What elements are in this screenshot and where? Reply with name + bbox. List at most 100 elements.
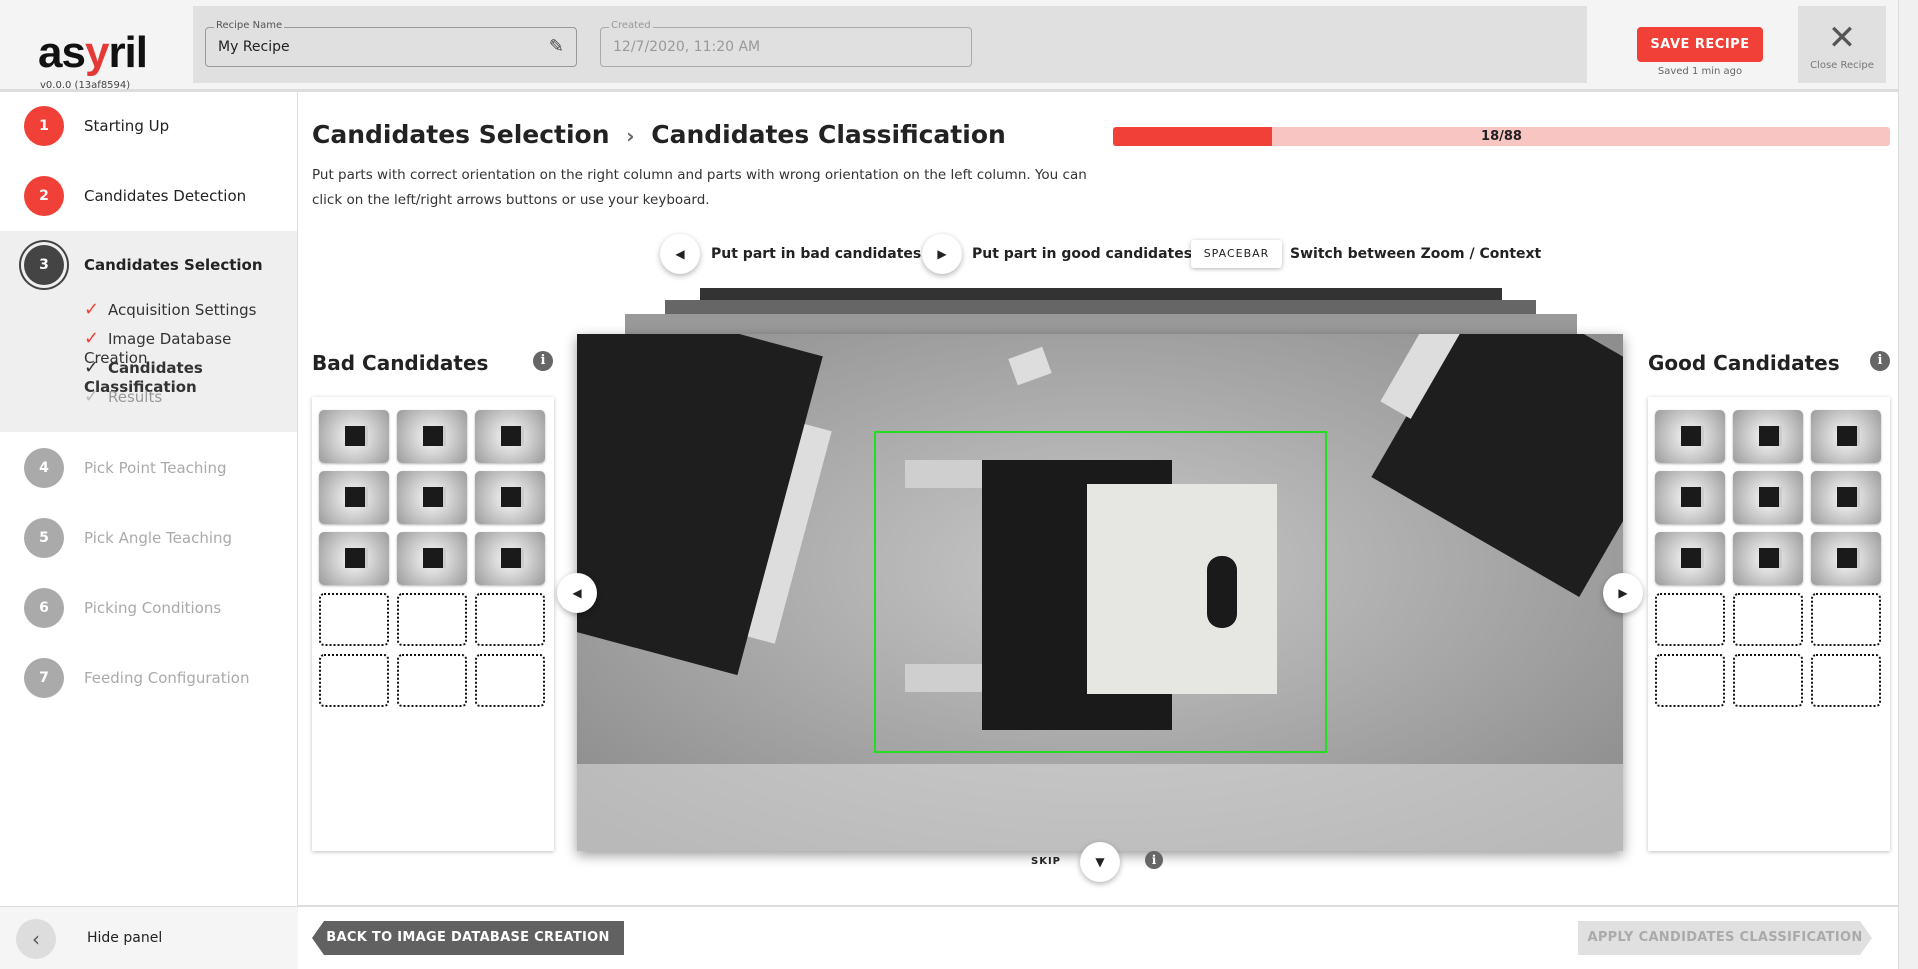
- good-candidate-empty-slot: [1733, 593, 1803, 646]
- step-label: Candidates Detection: [84, 187, 247, 205]
- spacebar-key: SPACEBAR: [1191, 240, 1282, 268]
- hide-panel-label: Hide panel: [87, 930, 163, 946]
- bad-info-icon[interactable]: i: [533, 351, 553, 371]
- check-icon: ✓: [84, 299, 100, 320]
- move-to-bad-button[interactable]: ◀: [557, 573, 597, 613]
- step-label: Pick Angle Teaching: [84, 529, 233, 547]
- good-candidate-empty-slot: [1655, 654, 1725, 707]
- move-to-good-button[interactable]: ▶: [1603, 573, 1643, 613]
- apply-button[interactable]: APPLY CANDIDATES CLASSIFICATION: [1578, 921, 1872, 955]
- step-number-badge: 2: [24, 176, 64, 216]
- good-info-icon[interactable]: i: [1870, 351, 1890, 371]
- bad-candidates-panel: [312, 397, 554, 851]
- bad-candidate-thumbnail[interactable]: [397, 410, 467, 463]
- breadcrumb-parent[interactable]: Candidates Selection: [312, 120, 610, 149]
- created-label: Created: [609, 20, 653, 31]
- step-label: Starting Up: [84, 117, 170, 135]
- bad-candidates-title: Bad Candidates: [312, 351, 489, 375]
- bad-candidate-thumbnail[interactable]: [319, 410, 389, 463]
- check-icon: ✓: [84, 357, 100, 378]
- part-image: [577, 334, 1623, 851]
- good-candidate-empty-slot: [1811, 593, 1881, 646]
- bad-candidate-empty-slot: [319, 654, 389, 707]
- progress-bar: 18/88: [1113, 127, 1890, 146]
- step-number-badge: 3: [24, 245, 64, 285]
- bad-candidate-thumbnail[interactable]: [397, 532, 467, 585]
- good-candidate-thumbnail[interactable]: [1811, 471, 1881, 524]
- sidebar-step-6: 6 Picking Conditions: [0, 588, 298, 628]
- recipe-name-label: Recipe Name: [214, 20, 285, 31]
- good-hint-right-arrow-icon[interactable]: ▶: [922, 234, 962, 274]
- stack-layer-1: [625, 314, 1577, 334]
- good-candidate-empty-slot: [1811, 654, 1881, 707]
- scrollbar[interactable]: [1898, 0, 1918, 969]
- bad-candidate-empty-slot: [475, 593, 545, 646]
- skip-info-icon[interactable]: i: [1145, 851, 1163, 869]
- recipe-name-field[interactable]: Recipe Name My Recipe ✎: [205, 20, 577, 67]
- substep-label: Results: [108, 388, 163, 406]
- bad-candidate-thumbnail[interactable]: [475, 471, 545, 524]
- bad-candidate-thumbnail[interactable]: [319, 471, 389, 524]
- close-recipe-button[interactable]: ✕ Close Recipe: [1798, 6, 1886, 83]
- hint-bad: Put part in bad candidates: [711, 246, 922, 262]
- substep-item[interactable]: ✓ Candidates Classification: [84, 357, 297, 396]
- check-icon: ✓: [84, 328, 100, 349]
- pencil-icon[interactable]: ✎: [549, 36, 564, 57]
- step-number-badge: 7: [24, 658, 64, 698]
- bad-candidate-thumbnail[interactable]: [319, 532, 389, 585]
- close-recipe-label: Close Recipe: [1810, 60, 1874, 71]
- good-candidate-thumbnail[interactable]: [1811, 532, 1881, 585]
- bad-candidate-empty-slot: [475, 654, 545, 707]
- step-label: Candidates Selection: [84, 256, 263, 274]
- substep-item[interactable]: ✓ Image Database Creation: [84, 328, 297, 367]
- created-value: 12/7/2020, 11:20 AM: [613, 39, 761, 55]
- sidebar-step-2[interactable]: 2 Candidates Detection: [0, 176, 298, 216]
- save-recipe-button[interactable]: SAVE RECIPE: [1637, 27, 1763, 62]
- hint-switch: Switch between Zoom / Context: [1290, 246, 1542, 262]
- good-candidate-thumbnail[interactable]: [1811, 410, 1881, 463]
- chevron-left-icon: ‹: [16, 919, 56, 959]
- bad-hint-left-arrow-icon[interactable]: ◀: [660, 234, 700, 274]
- step-number-badge: 5: [24, 518, 64, 558]
- candidate-image[interactable]: [577, 334, 1623, 851]
- skip-label: SKIP: [1031, 856, 1062, 867]
- recipe-name-value: My Recipe: [218, 39, 290, 55]
- sidebar: 1 Starting Up 2 Candidates Detection 3 Can…: [0, 92, 298, 969]
- substep-item[interactable]: ✓ Acquisition Settings: [84, 299, 256, 323]
- hide-panel-button[interactable]: ‹ Hide panel: [0, 906, 298, 969]
- check-icon: ✓: [84, 386, 100, 407]
- good-candidate-thumbnail[interactable]: [1655, 410, 1725, 463]
- sidebar-step-1[interactable]: 1 Starting Up: [0, 106, 298, 146]
- back-button[interactable]: BACK TO IMAGE DATABASE CREATION: [312, 921, 624, 955]
- good-candidate-thumbnail[interactable]: [1733, 410, 1803, 463]
- progress-label: 18/88: [1481, 129, 1522, 144]
- close-icon: ✕: [1827, 18, 1857, 58]
- saved-status: Saved 1 min ago: [1657, 66, 1743, 77]
- bad-candidate-empty-slot: [319, 593, 389, 646]
- skip-button[interactable]: ▼: [1080, 842, 1120, 882]
- created-field: Created 12/7/2020, 11:20 AM: [600, 20, 972, 67]
- good-candidate-thumbnail[interactable]: [1655, 532, 1725, 585]
- good-candidate-thumbnail[interactable]: [1733, 471, 1803, 524]
- breadcrumb: Candidates Selection › Candidates Classi…: [312, 120, 1006, 149]
- sidebar-step-3[interactable]: 3 Candidates Selection: [0, 245, 298, 285]
- bad-candidate-thumbnail[interactable]: [397, 471, 467, 524]
- bad-candidate-thumbnail[interactable]: [475, 532, 545, 585]
- bad-candidate-empty-slot: [397, 593, 467, 646]
- breadcrumb-separator: ›: [626, 124, 635, 148]
- good-candidate-thumbnail[interactable]: [1733, 532, 1803, 585]
- bad-candidate-thumbnail[interactable]: [475, 410, 545, 463]
- instructions: Put parts with correct orientation on th…: [312, 167, 1087, 208]
- step-number-badge: 4: [24, 448, 64, 488]
- hint-good: Put part in good candidates: [972, 246, 1193, 262]
- step-label: Feeding Configuration: [84, 669, 250, 687]
- step-label: Pick Point Teaching: [84, 459, 227, 477]
- page-title: Candidates Classification: [651, 120, 1006, 149]
- sidebar-step-7: 7 Feeding Configuration: [0, 658, 298, 698]
- good-candidate-thumbnail[interactable]: [1655, 471, 1725, 524]
- substep-item: ✓ Results: [84, 386, 162, 410]
- version-label: v0.0.0 (13af8594): [40, 80, 131, 91]
- bad-candidate-empty-slot: [397, 654, 467, 707]
- sidebar-step-5: 5 Pick Angle Teaching: [0, 518, 298, 558]
- good-candidate-empty-slot: [1733, 654, 1803, 707]
